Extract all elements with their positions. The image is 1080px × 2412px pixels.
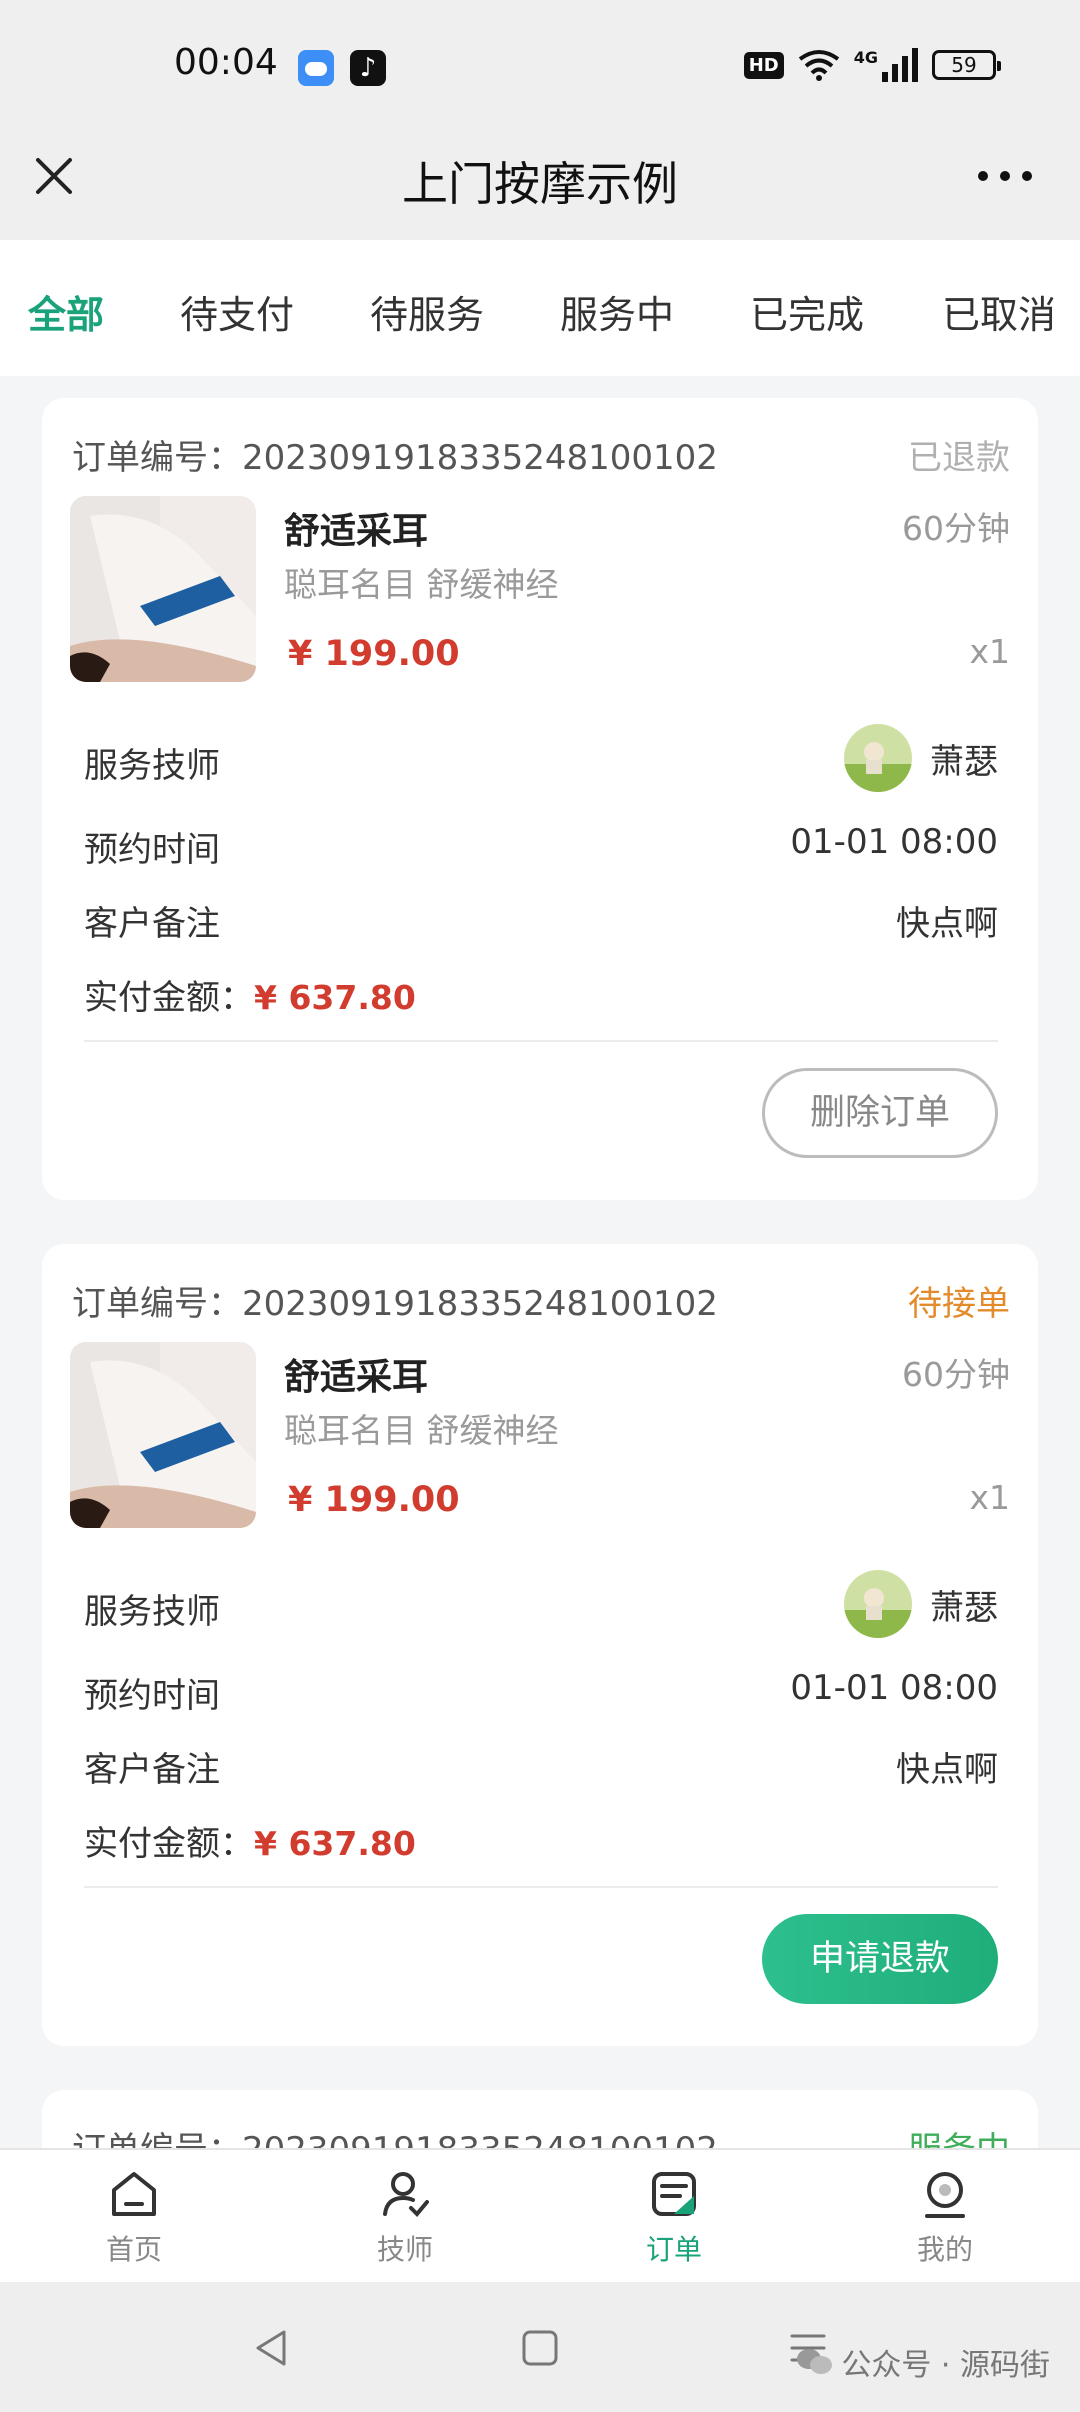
nav-profile-label: 我的 [916, 2233, 973, 2266]
watermark: 公众号 · 源码街 [795, 2340, 1050, 2384]
customer-note-value: 快点啊 [896, 904, 998, 944]
service-description: 聪耳名目 舒缓神经 [284, 565, 559, 604]
service-image [70, 1342, 256, 1528]
paid-amount-label: 实付金额： [84, 978, 254, 1018]
square-icon [522, 2330, 558, 2366]
page-title: 上门按摩示例 [402, 157, 678, 211]
title-bar: 上门按摩示例 [0, 138, 1080, 240]
system-navigation-bar: 公众号 · 源码街 [0, 2282, 1080, 2412]
weather-app-icon [298, 50, 334, 86]
service-price: ¥ 199.00 [288, 1480, 460, 1520]
order-number: 订单编号：2023091918335248100102 [72, 1284, 718, 1324]
appointment-time-value: 01-01 08:00 [790, 822, 998, 862]
battery-icon: 59 [932, 50, 1001, 80]
paid-amount-row: 实付金额：¥ 637.80 [84, 1816, 416, 1865]
tab-all[interactable]: 全部 [28, 284, 104, 339]
service-duration: 60分钟 [902, 509, 1010, 548]
tiktok-app-icon: ♪ [350, 50, 386, 86]
service-description: 聪耳名目 舒缓神经 [284, 1411, 559, 1450]
order-status-tabs: 全部 待支付 待服务 服务中 已完成 已取消 [0, 240, 1080, 376]
service-image [70, 496, 256, 682]
appointment-time-value: 01-01 08:00 [790, 1668, 998, 1708]
technician-label: 服务技师 [84, 746, 220, 786]
service-name: 舒适采耳 [284, 511, 429, 552]
service-price: ¥ 199.00 [288, 634, 460, 674]
service-duration: 60分钟 [902, 1355, 1010, 1394]
signal-icon [882, 48, 918, 82]
hd-badge: HD [743, 51, 784, 79]
technician-label: 服务技师 [84, 1592, 220, 1632]
paid-amount-row: 实付金额：¥ 637.80 [84, 970, 416, 1019]
back-icon [256, 2330, 286, 2366]
order-status: 已退款 [908, 438, 1010, 478]
status-bar: 00:04 ♪ HD 4G 59 [0, 0, 1080, 138]
order-number: 订单编号：2023091918335248100102 [72, 438, 718, 478]
service-quantity: x1 [969, 1478, 1010, 1517]
appointment-time-label: 预约时间 [84, 830, 220, 870]
wifi-icon [798, 49, 840, 81]
nav-home[interactable]: 首页 [64, 2166, 204, 2268]
order-status: 待接单 [908, 1284, 1010, 1324]
divider [84, 1040, 998, 1042]
technician-name: 萧瑟 [930, 742, 998, 782]
technician-icon [377, 2166, 433, 2222]
home-button[interactable] [518, 2326, 562, 2374]
status-indicators: HD 4G 59 [743, 48, 1001, 82]
technician-avatar [844, 724, 912, 792]
order-card[interactable]: 订单编号：2023091918335248100102 待接单 舒适采耳 聪耳名… [42, 1244, 1038, 2046]
appointment-time-label: 预约时间 [84, 1676, 220, 1716]
tab-completed[interactable]: 已完成 [750, 284, 864, 339]
profile-icon [917, 2166, 973, 2222]
paid-amount-label: 实付金额： [84, 1824, 254, 1864]
tab-pending-service[interactable]: 待服务 [370, 284, 484, 339]
nav-technician-label: 技师 [376, 2233, 433, 2266]
service-quantity: x1 [969, 632, 1010, 671]
nav-technician[interactable]: 技师 [335, 2166, 475, 2268]
paid-amount-value: ¥ 637.80 [254, 1824, 416, 1863]
paid-amount-value: ¥ 637.80 [254, 978, 416, 1017]
divider [84, 1886, 998, 1888]
tab-pending-payment[interactable]: 待支付 [180, 284, 294, 339]
nav-profile[interactable]: 我的 [875, 2166, 1015, 2268]
home-icon [106, 2166, 162, 2222]
more-dot-icon [978, 171, 988, 181]
nav-orders[interactable]: 订单 [604, 2166, 744, 2268]
customer-note-label: 客户备注 [84, 904, 220, 944]
wechat-icon [795, 2347, 833, 2377]
more-options-button[interactable] [978, 166, 1032, 186]
customer-note-value: 快点啊 [896, 1750, 998, 1790]
more-dot-icon [1000, 171, 1010, 181]
customer-note-label: 客户备注 [84, 1750, 220, 1790]
technician-avatar [844, 1570, 912, 1638]
service-name: 舒适采耳 [284, 1357, 429, 1398]
tab-cancelled[interactable]: 已取消 [942, 284, 1056, 339]
technician-name: 萧瑟 [930, 1588, 998, 1628]
order-card[interactable]: 订单编号：2023091918335248100102 已退款 舒适采耳 聪耳名… [42, 398, 1038, 1200]
request-refund-button[interactable]: 申请退款 [762, 1914, 998, 2004]
tab-in-service[interactable]: 服务中 [560, 284, 674, 339]
more-dot-icon [1022, 171, 1032, 181]
nav-orders-label: 订单 [645, 2233, 702, 2266]
nav-home-label: 首页 [105, 2233, 162, 2266]
back-button[interactable] [250, 2326, 294, 2374]
delete-order-button[interactable]: 删除订单 [762, 1068, 998, 1158]
order-icon [646, 2166, 702, 2222]
watermark-text: 公众号 · 源码街 [841, 2348, 1050, 2383]
network-type: 4G [853, 48, 878, 67]
bottom-navigation: 首页 技师 订单 我的 [0, 2148, 1080, 2282]
status-time: 00:04 [174, 42, 278, 83]
